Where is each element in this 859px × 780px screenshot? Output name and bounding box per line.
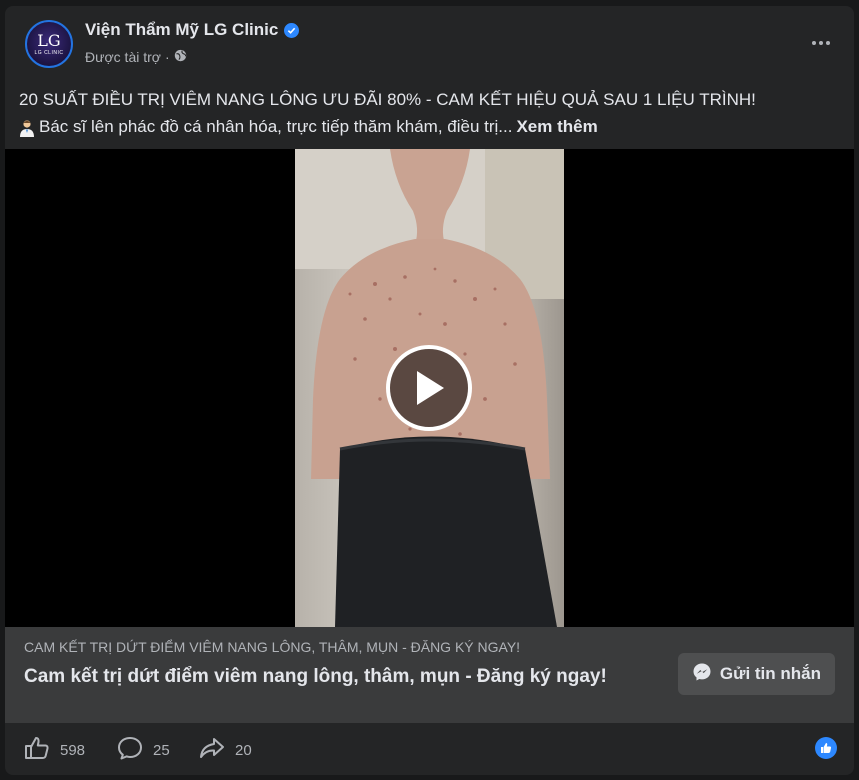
sponsored-label[interactable]: Được tài trợ [85,49,161,65]
sponsored-row: Được tài trợ · [85,49,187,65]
share-count: 20 [235,741,252,759]
comment-action[interactable]: 25 [117,736,170,764]
like-reaction-icon [821,743,832,753]
avatar-monogram: LG [37,30,61,50]
like-action[interactable]: 598 [24,736,85,764]
comment-count: 25 [153,741,170,759]
verified-badge-icon [284,22,300,38]
cta-bar[interactable]: CAM KẾT TRỊ DỨT ĐIỂM VIÊM NANG LÔNG, THÂ… [5,627,854,723]
like-count: 598 [60,741,86,759]
see-more-link[interactable]: Xem thêm [516,113,597,140]
post-card: LG LG CLINIC Viện Thẩm Mỹ LG Clinic Được… [5,6,854,775]
share-icon [199,736,225,764]
separator-dot: · [164,49,170,65]
avatar-subtitle: LG CLINIC [34,49,64,56]
messenger-icon [692,662,712,687]
globe-icon [174,49,187,65]
caption-line-2-row: Bác sĩ lên phác đồ cá nhân hóa, trực tiế… [19,113,839,140]
more-options-icon[interactable] [806,28,836,58]
page-name-row: Viện Thẩm Mỹ LG Clinic [85,20,300,40]
page-avatar[interactable]: LG LG CLINIC [25,20,73,68]
like-reaction-badge[interactable] [815,737,837,759]
caption-line-2: Bác sĩ lên phác đồ cá nhân hóa, trực tiế… [39,117,513,136]
video-player[interactable] [5,149,854,627]
doctor-emoji-icon [19,118,35,137]
comment-icon [117,736,143,764]
post-header: LG LG CLINIC Viện Thẩm Mỹ LG Clinic Được… [5,6,854,80]
send-message-label: Gửi tin nhắn [719,664,821,683]
like-icon [24,736,50,764]
send-message-button[interactable]: Gửi tin nhắn [677,653,835,695]
caption-line-1: 20 SUẤT ĐIỀU TRỊ VIÊM NANG LÔNG ƯU ĐÃI 8… [19,90,756,109]
play-button[interactable] [386,345,472,431]
cta-domain-text: CAM KẾT TRỊ DỨT ĐIỂM VIÊM NANG LÔNG, THÂ… [24,639,521,655]
share-action[interactable]: 20 [199,736,252,764]
page-name-link[interactable]: Viện Thẩm Mỹ LG Clinic [85,20,278,40]
post-footer: 598 25 20 [5,723,854,775]
post-caption: 20 SUẤT ĐIỀU TRỊ VIÊM NANG LÔNG ƯU ĐÃI 8… [19,86,839,140]
play-icon [417,371,444,405]
cta-headline[interactable]: Cam kết trị dứt điểm viêm nang lông, thâ… [24,663,624,691]
